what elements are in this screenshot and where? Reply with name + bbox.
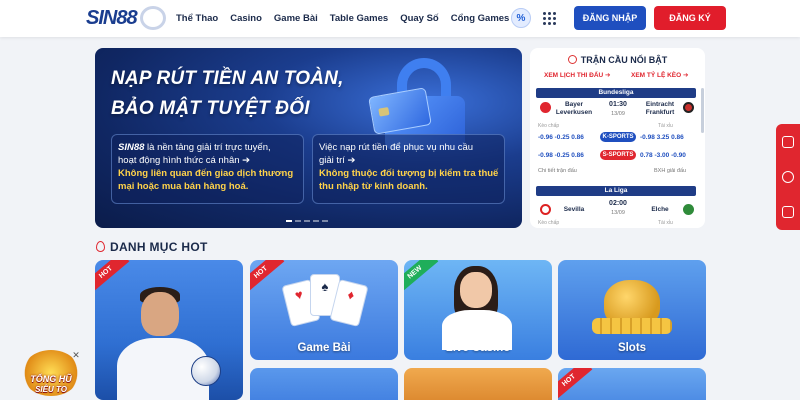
matches-scrollbar[interactable] xyxy=(701,88,704,133)
league-laliga: La Liga xyxy=(536,186,696,196)
game-card-live-casino[interactable]: NEW Live Casino xyxy=(404,260,552,360)
game-card-sports[interactable]: HOT xyxy=(95,260,243,400)
dealer-head xyxy=(460,272,492,308)
banner-dot[interactable] xyxy=(295,220,301,222)
fire-icon xyxy=(96,241,105,252)
logo-ring-icon xyxy=(140,6,166,30)
odds-label: Tài xỉu xyxy=(658,123,673,129)
player-head xyxy=(141,292,179,336)
banner-info-left: SIN88 là nền tảng giải trí trực tuyến, h… xyxy=(111,134,304,204)
k-sports-tag[interactable]: K-SPORTS xyxy=(600,132,636,142)
elche-crest-icon xyxy=(683,204,694,215)
nav-item-table-games[interactable]: Table Games xyxy=(330,13,388,24)
home-team: Sevilla xyxy=(563,206,585,213)
match-date: 13/09 xyxy=(611,210,625,216)
playing-cards-icon: ♥ ♠ ♦ xyxy=(280,270,370,330)
nav-item-game-bai[interactable]: Game Bài xyxy=(274,13,318,24)
chat-icon[interactable] xyxy=(782,206,794,219)
banner-info-right: Việc nạp rút tiền để phục vụ nhu cầu giả… xyxy=(312,134,505,204)
register-button[interactable]: ĐĂNG KÝ xyxy=(654,6,726,30)
match-time: 01:30 xyxy=(609,101,627,108)
frankfurt-crest-icon xyxy=(683,102,694,113)
promo-line2: SIÊU TO xyxy=(35,385,67,394)
nav-item-casino[interactable]: Casino xyxy=(230,13,262,24)
game-card-label: Game Bài xyxy=(297,342,351,354)
league-table-link[interactable]: BXH giải đấu xyxy=(654,168,686,174)
hot-ribbon: HOT xyxy=(95,260,130,294)
banner-pagination xyxy=(286,220,328,222)
apps-grid-icon[interactable] xyxy=(539,8,559,28)
match-detail-link[interactable]: Chi tiết trận đấu xyxy=(538,168,577,174)
banner-dot[interactable] xyxy=(313,220,319,222)
home-team: Bayer Leverkusen xyxy=(555,101,593,116)
leverkusen-crest-icon xyxy=(540,102,551,113)
nav-item-the-thao[interactable]: Thể Thao xyxy=(176,13,218,24)
game-card-game-bai[interactable]: ♥ ♠ ♦ HOT Game Bài xyxy=(250,260,398,360)
promotion-icon[interactable]: % xyxy=(511,8,531,28)
banner-brand: SIN88 xyxy=(118,142,145,153)
odds-link[interactable]: XEM TỶ LỆ KÈO ➔ xyxy=(631,71,688,79)
football-icon xyxy=(567,55,577,64)
coins-icon xyxy=(592,318,672,334)
matches-title: TRẬN CẦU NỔI BẬT xyxy=(530,55,705,65)
close-icon[interactable]: ✕ xyxy=(71,350,81,360)
banner-title-line1: NẠP RÚT TIỀN AN TOÀN, xyxy=(111,68,344,89)
nav-item-quay-so[interactable]: Quay Số xyxy=(400,13,439,24)
promo-line1: TỔNG HŨ xyxy=(30,374,72,384)
game-card-lottery[interactable] xyxy=(404,368,552,400)
game-card-label: Slots xyxy=(617,342,647,354)
hot-ribbon: HOT xyxy=(558,368,593,400)
phone-icon[interactable] xyxy=(782,135,794,148)
odds-label: Tài xỉu xyxy=(658,220,673,226)
featured-matches-panel: TRẬN CẦU NỔI BẬT XEM LỊCH THI ĐẤU ➔ XEM … xyxy=(530,48,705,228)
nav-item-cong-games[interactable]: Cổng Games xyxy=(451,13,510,24)
game-card-slots[interactable]: Slots xyxy=(558,260,706,360)
contact-sidebar xyxy=(776,124,800,230)
s-sports-tag[interactable]: S-SPORTS xyxy=(600,150,636,160)
dealer-body xyxy=(442,310,512,350)
odds-row[interactable]: -0.98 3.25 0.86 xyxy=(640,134,684,141)
sevilla-crest-icon xyxy=(540,204,551,215)
match-time: 02:00 xyxy=(609,200,627,207)
login-button[interactable]: ĐĂNG NHẬP xyxy=(574,6,646,30)
banner-dot[interactable] xyxy=(304,220,310,222)
top-header: SIN88 Thể Thao Casino Game Bài Table Gam… xyxy=(0,0,800,37)
odds-row[interactable]: -0.98 -0.25 0.86 xyxy=(538,152,584,159)
hot-category-title: DANH MỤC HOT xyxy=(96,240,208,254)
new-ribbon: NEW xyxy=(404,260,439,294)
away-team: Elche xyxy=(651,206,669,213)
game-card-extra[interactable]: HOT xyxy=(558,368,706,400)
banner-title-line2: BẢO MẬT TUYỆT ĐỐI xyxy=(111,98,310,119)
odds-label: Kèo chấp xyxy=(538,220,560,226)
odds-row[interactable]: 0.78 -3.00 -0.90 xyxy=(640,152,686,159)
odds-label: Kèo chấp xyxy=(538,123,560,129)
football-icon xyxy=(191,356,221,386)
odds-row[interactable]: -0.96 -0.25 0.86 xyxy=(538,134,584,141)
league-bundesliga: Bundesliga xyxy=(536,88,696,98)
main-nav: Thể Thao Casino Game Bài Table Games Qua… xyxy=(176,0,521,37)
game-card-fishing[interactable] xyxy=(250,368,398,400)
banner-dot[interactable] xyxy=(286,220,292,222)
hero-banner[interactable]: NẠP RÚT TIỀN AN TOÀN, BẢO MẬT TUYỆT ĐỐI … xyxy=(95,48,522,228)
match-date: 13/09 xyxy=(611,111,625,117)
away-team: Eintracht Frankfurt xyxy=(645,101,675,116)
banner-dot[interactable] xyxy=(322,220,328,222)
support-icon[interactable] xyxy=(782,170,794,183)
schedule-link[interactable]: XEM LỊCH THI ĐẤU ➔ xyxy=(544,71,610,79)
